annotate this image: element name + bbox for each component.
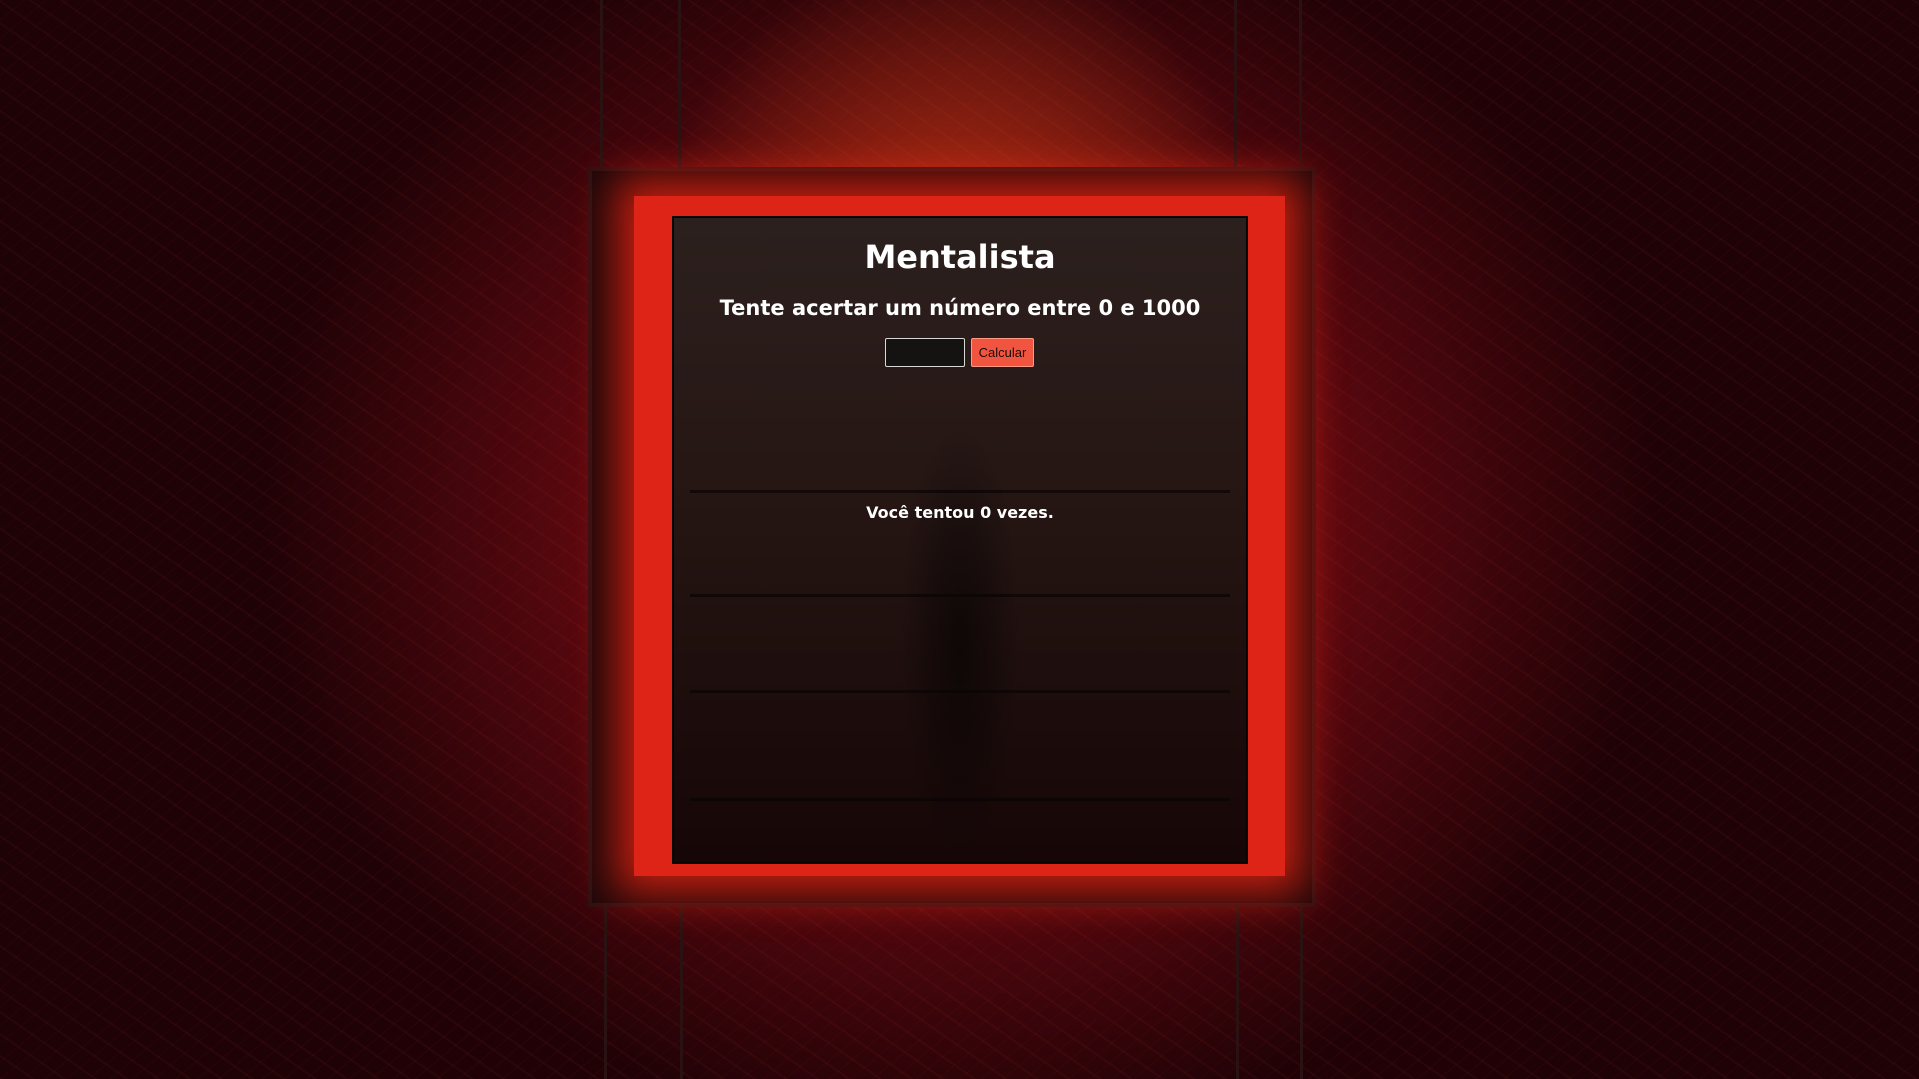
hanging-rope [1236, 907, 1239, 1079]
hanging-rope [1234, 0, 1237, 167]
panel-bar [690, 490, 1230, 493]
hanging-rope [678, 0, 681, 167]
hanging-rope [680, 907, 683, 1079]
hanging-rope [604, 907, 607, 1079]
hanging-rope [600, 0, 603, 167]
panel-bar [690, 798, 1230, 801]
attempts-counter: Você tentou 0 vezes. [866, 503, 1054, 522]
panel-bar [690, 594, 1230, 597]
hanging-rope [1300, 907, 1303, 1079]
panel-bar [690, 690, 1230, 693]
calculate-button[interactable]: Calcular [971, 338, 1034, 367]
instruction-text: Tente acertar um número entre 0 e 1000 [719, 296, 1201, 320]
page-title: Mentalista [864, 238, 1056, 276]
hanging-rope [1299, 0, 1302, 167]
silhouette-figure [885, 370, 1035, 860]
guess-input[interactable] [885, 338, 965, 367]
